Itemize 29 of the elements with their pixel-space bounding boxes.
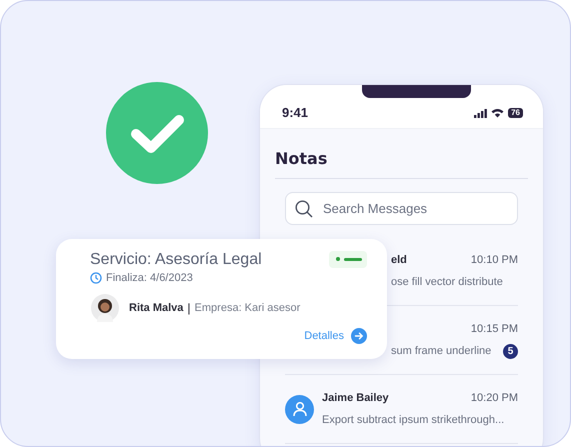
arrow-right-icon[interactable] [351,328,367,344]
status-bar-line [344,258,362,260]
sender-name: eld [391,254,407,266]
message-preview: Export subtract ipsum strikethrough... [322,414,504,426]
message-time: 10:20 PM [470,392,518,404]
unread-count: 5 [503,344,518,358]
message-time: 10:15 PM [470,323,518,335]
company-name: Empresa: Kari asesor [194,302,300,314]
service-title: Servicio: Asesoría Legal [90,251,262,269]
sender-name: Jaime Bailey [322,392,389,404]
details-link[interactable]: Detalles [304,330,344,342]
checkmark-icon [106,82,208,184]
message-preview: sum frame underline [391,345,492,357]
status-dot [336,257,340,261]
clock-time: 9:41 [282,105,308,120]
person-name: Rita Malva [129,302,184,314]
notes-title: Notas [275,149,528,179]
clock-icon [90,272,102,284]
message-time: 10:10 PM [470,254,518,266]
person-avatar [91,294,119,322]
signal-icon [474,108,488,118]
search-field[interactable]: Search Messages [285,192,518,225]
user-avatar-icon [285,394,314,424]
battery-indicator: 76 [508,108,523,118]
end-date: Finaliza: 4/6/2023 [106,272,193,284]
wifi-icon [491,108,504,118]
message-preview: ose fill vector distribute [391,276,503,288]
separator: | [187,301,191,315]
search-icon [295,200,313,218]
